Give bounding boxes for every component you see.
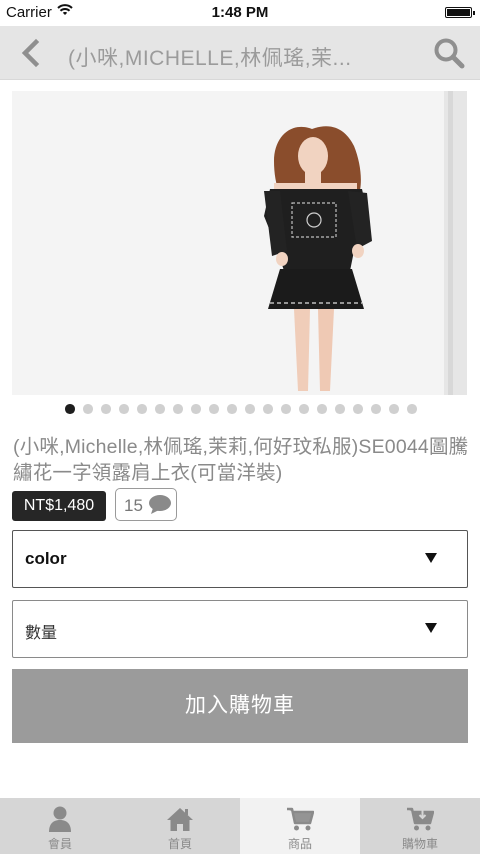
- pager-dot[interactable]: [65, 404, 75, 414]
- chevron-left-icon[interactable]: [14, 35, 50, 71]
- pager-dot[interactable]: [317, 404, 327, 414]
- price-badge: NT$1,480: [12, 491, 106, 521]
- quantity-select-label: 數量: [25, 625, 58, 642]
- search-icon[interactable]: [432, 36, 466, 70]
- nav-bar: (小咪,MICHELLE,林佩瑤,茉...: [0, 26, 480, 80]
- pager-dot[interactable]: [83, 404, 93, 414]
- pager-dot[interactable]: [155, 404, 165, 414]
- pager-dot[interactable]: [245, 404, 255, 414]
- pager-dot[interactable]: [353, 404, 363, 414]
- battery-icon: [445, 7, 475, 18]
- page-title: (小咪,MICHELLE,林佩瑤,茉...: [68, 47, 352, 70]
- home-icon: [167, 808, 193, 831]
- add-to-cart-button[interactable]: 加入購物車: [12, 669, 468, 743]
- pager-dot[interactable]: [101, 404, 111, 414]
- tab-label: 商品: [287, 837, 312, 851]
- comment-count: 15: [124, 496, 143, 515]
- product-image[interactable]: [12, 91, 467, 395]
- tab-bar: 會員 首頁 商品 購物車: [0, 798, 480, 854]
- quantity-select[interactable]: 數量: [12, 600, 468, 658]
- tab-label: 會員: [47, 837, 72, 851]
- pager-dot[interactable]: [407, 404, 417, 414]
- dropdown-arrow-icon: [425, 623, 437, 633]
- pager-dot[interactable]: [281, 404, 291, 414]
- cart-download-icon: [407, 807, 434, 831]
- color-select[interactable]: color: [12, 530, 468, 588]
- cart-icon: [287, 807, 314, 831]
- speech-bubble-icon: [149, 495, 171, 514]
- pager-dot[interactable]: [263, 404, 273, 414]
- tab-label: 首頁: [167, 837, 192, 851]
- tab-home[interactable]: 首頁: [120, 798, 240, 854]
- status-bar: Carrier 1:48 PM: [0, 0, 480, 26]
- pager-dot[interactable]: [191, 404, 201, 414]
- tab-label: 購物車: [401, 837, 438, 851]
- pager-dot[interactable]: [137, 404, 147, 414]
- tab-products[interactable]: 商品: [240, 798, 360, 854]
- product-photo: [12, 91, 467, 395]
- pager-dot[interactable]: [371, 404, 381, 414]
- pager-dot[interactable]: [119, 404, 129, 414]
- pager-dot[interactable]: [299, 404, 309, 414]
- color-select-label: color: [25, 549, 67, 568]
- dropdown-arrow-icon: [425, 553, 437, 563]
- user-icon: [49, 806, 71, 832]
- pager-dot[interactable]: [173, 404, 183, 414]
- tab-cart[interactable]: 購物車: [360, 798, 480, 854]
- comment-button[interactable]: 15: [115, 488, 177, 521]
- status-time: 1:48 PM: [211, 4, 269, 21]
- pager-dot[interactable]: [335, 404, 345, 414]
- tab-member[interactable]: 會員: [0, 798, 120, 854]
- pager-dot[interactable]: [227, 404, 237, 414]
- pager-dot[interactable]: [389, 404, 399, 414]
- image-pager[interactable]: [0, 404, 480, 418]
- pager-dot[interactable]: [209, 404, 219, 414]
- product-title: (小咪,Michelle,林佩瑤,茉莉,何好玟私服)SE0044圖騰繡花一字領露…: [13, 436, 469, 484]
